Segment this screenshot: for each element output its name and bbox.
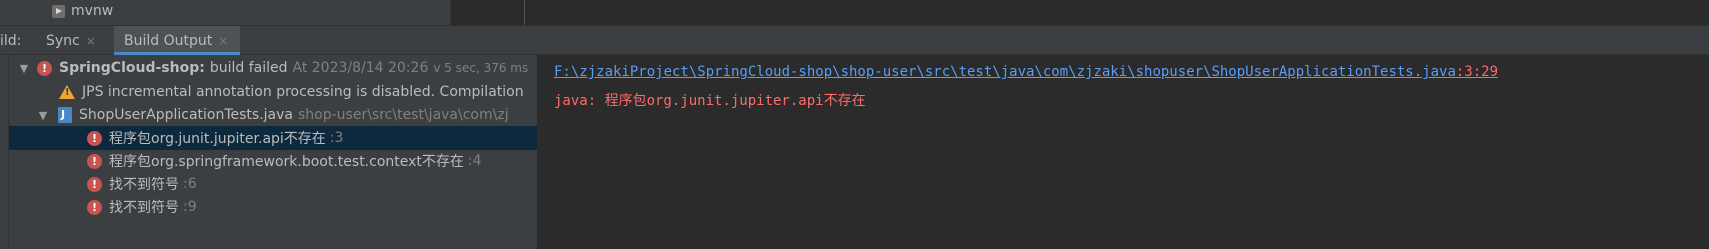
warning-row[interactable]: ! JPS incremental annotation processing …	[9, 80, 537, 104]
error-icon: !	[87, 130, 102, 146]
error-icon: !	[87, 199, 102, 215]
error-line: :3	[329, 130, 344, 146]
project-file-label: mvnw	[71, 3, 114, 19]
build-status: build failed	[209, 60, 288, 76]
error-row[interactable]: ! 找不到符号 :6	[9, 172, 537, 196]
file-path: shop-user\src\test\java\com\zj	[298, 107, 509, 123]
close-icon[interactable]: ×	[86, 34, 96, 48]
project-file-mvnw[interactable]: mvnw	[52, 2, 113, 20]
divider	[524, 0, 525, 25]
error-icon: !	[37, 60, 52, 76]
file-position: :3:29	[1455, 64, 1499, 80]
error-text: 程序包org.junit.jupiter.api不存在	[109, 131, 326, 147]
project-tree-panel: mvnw	[0, 0, 450, 25]
java-file-icon: J	[58, 107, 72, 123]
file-row[interactable]: ▼ J ShopUserApplicationTests.java shop-u…	[9, 103, 537, 127]
error-line: :4	[467, 153, 482, 169]
divider	[450, 0, 451, 25]
tab-sync-label: Sync	[46, 32, 80, 49]
error-text: 找不到符号	[109, 200, 179, 216]
error-row[interactable]: ! 找不到符号 :9	[9, 195, 537, 219]
script-file-icon	[52, 4, 65, 18]
build-tree: ▼ ! SpringCloud-shop: build failed At 20…	[0, 55, 537, 249]
error-row[interactable]: ! 程序包org.junit.jupiter.api不存在 :3	[9, 126, 537, 150]
close-icon[interactable]: ×	[218, 34, 228, 48]
left-gutter	[0, 55, 9, 249]
tool-window-title-label: ild:	[0, 32, 22, 49]
file-link[interactable]: F:\zjzakiProject\SpringCloud-shop\shop-u…	[554, 64, 1456, 80]
project-name: SpringCloud-shop:	[59, 60, 205, 76]
warning-text: JPS incremental annotation processing is…	[82, 84, 524, 100]
error-line: :9	[183, 199, 197, 215]
tab-sync[interactable]: Sync ×	[40, 26, 102, 55]
build-duration: v 5 sec, 376 ms	[433, 61, 529, 75]
error-row[interactable]: ! 程序包org.springframework.boot.test.conte…	[9, 149, 537, 173]
error-text: 找不到符号	[109, 177, 179, 193]
error-icon: !	[87, 176, 102, 192]
error-text: 程序包org.springframework.boot.test.context…	[109, 154, 464, 170]
console-error-message: java: 程序包org.junit.jupiter.api不存在	[554, 93, 866, 109]
console-line-1: F:\zjzakiProject\SpringCloud-shop\shop-u…	[554, 64, 1498, 80]
error-icon: !	[87, 153, 102, 169]
tree-root-row[interactable]: ▼ ! SpringCloud-shop: build failed At 20…	[9, 56, 537, 80]
chevron-down-icon[interactable]: ▼	[17, 62, 31, 75]
build-tab-bar: ild: Sync × Build Output ×	[0, 25, 1709, 55]
tab-build-output-label: Build Output	[124, 32, 213, 49]
tool-window-title: ild:	[0, 26, 21, 55]
build-console: F:\zjzakiProject\SpringCloud-shop\shop-u…	[538, 55, 1709, 249]
warning-icon: !	[59, 85, 75, 99]
chevron-down-icon[interactable]: ▼	[36, 109, 50, 122]
file-name: ShopUserApplicationTests.java	[79, 107, 293, 123]
build-time: At 2023/8/14 20:26	[292, 60, 429, 76]
error-line: :6	[183, 176, 197, 192]
tab-build-output[interactable]: Build Output ×	[114, 26, 241, 55]
